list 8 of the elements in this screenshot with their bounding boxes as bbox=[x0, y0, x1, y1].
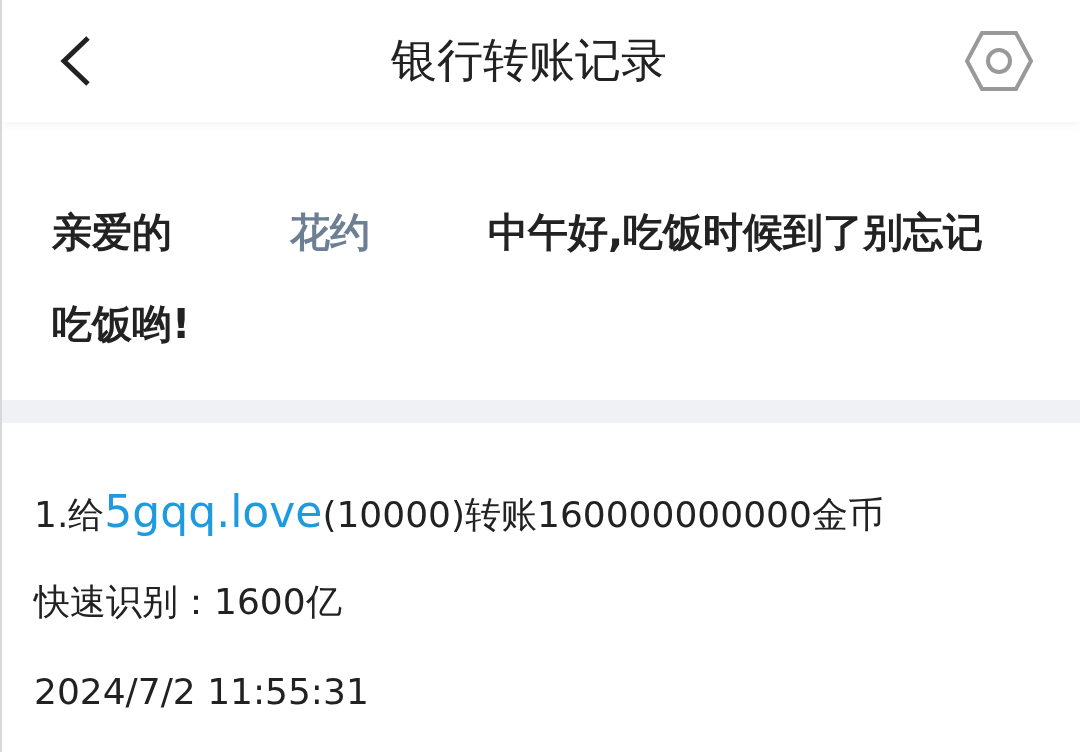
settings-icon bbox=[964, 30, 1034, 92]
greeting-text: 亲爱的 花约 中午好,吃饭时候到了别忘记吃饭哟! bbox=[52, 208, 985, 349]
recipient-link[interactable]: 5gqq.love bbox=[104, 486, 323, 537]
quick-recognition-text: 快速识别：1600亿 bbox=[34, 580, 343, 624]
page-title: 银行转账记录 bbox=[391, 32, 667, 89]
timestamp-text: 2024/7/2 11:55:31 bbox=[34, 670, 370, 714]
transfer-record-text: 1.给5gqq.love(10000)转账160000000000金币 bbox=[34, 485, 885, 539]
settings-button[interactable] bbox=[964, 30, 1034, 92]
